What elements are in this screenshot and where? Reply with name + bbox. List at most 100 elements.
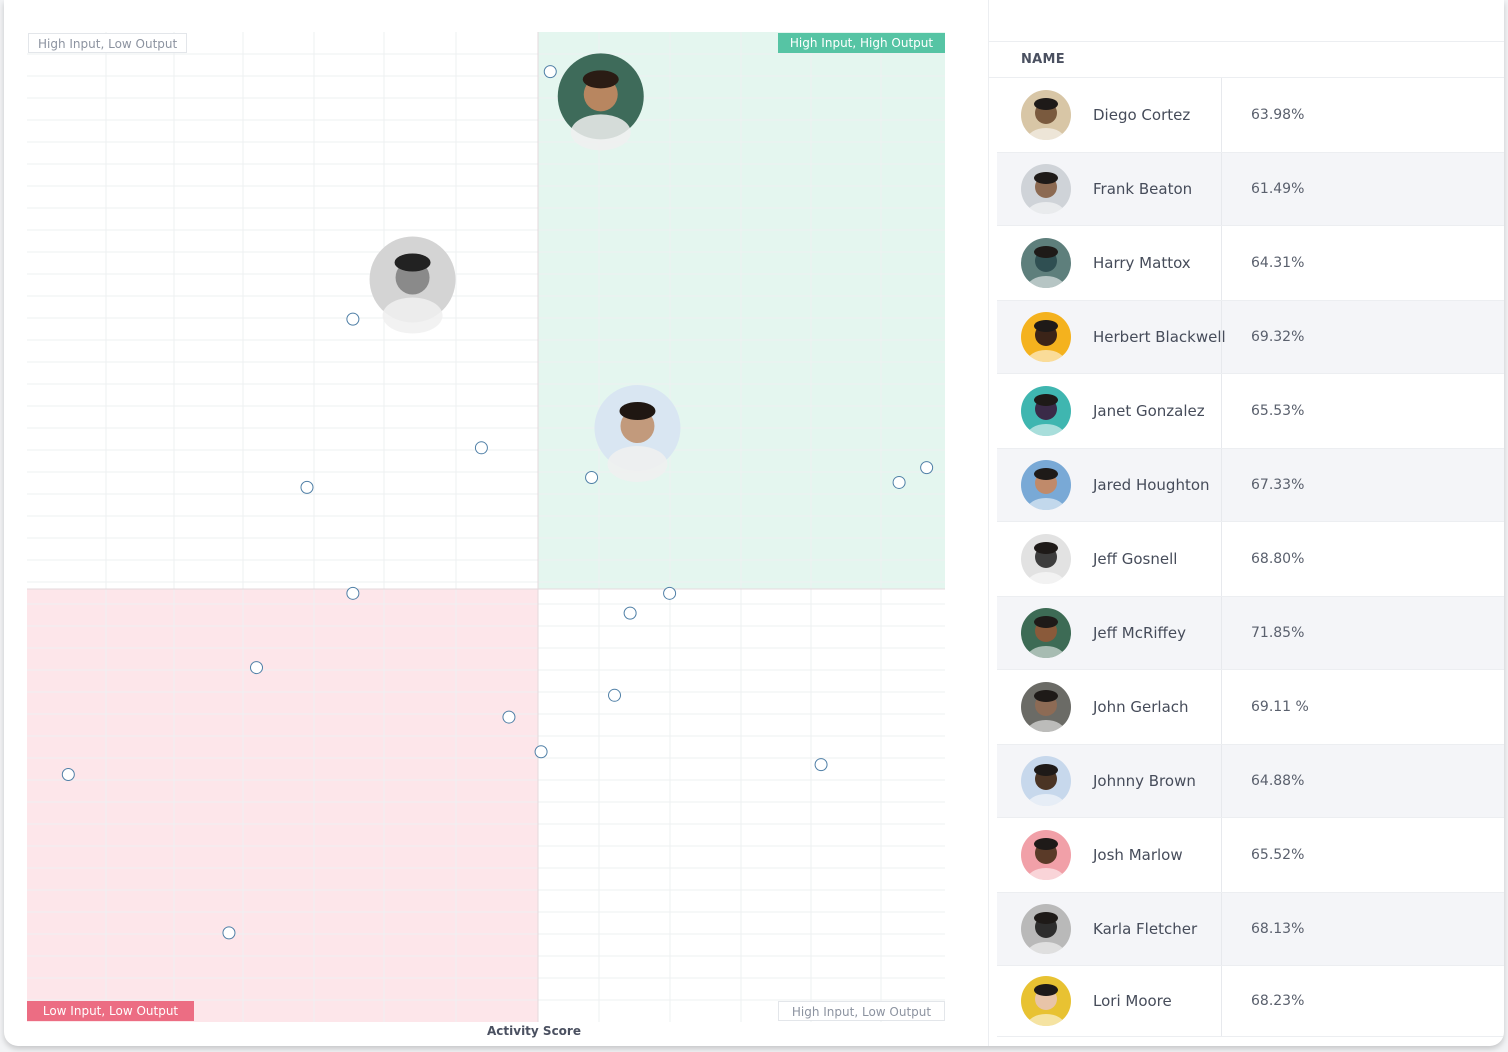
column-divider [1221, 966, 1222, 1036]
app-frame: High Input, Low Output High Input, High … [4, 0, 1504, 1046]
person-score: 64.31% [1251, 254, 1305, 271]
scatter-point [623, 606, 637, 620]
person-name: John Gerlach [1093, 698, 1189, 716]
avatar-shoulders [607, 446, 668, 482]
person-score: 71.85% [1251, 624, 1305, 641]
table-row[interactable]: Karla Fletcher 68.13% [997, 893, 1504, 966]
scatter-point [502, 710, 516, 724]
column-divider [1221, 597, 1222, 669]
person-name: Johnny Brown [1093, 772, 1196, 790]
column-header-name[interactable]: NAME [1021, 52, 1065, 67]
scatter-point [663, 586, 677, 600]
scatter-point [608, 688, 622, 702]
person-score: 69.11 % [1251, 698, 1309, 715]
column-divider [1221, 522, 1222, 596]
people-table: NAME Diego Cortez 63.98% Frank Beaton 61.49… [988, 0, 1504, 1046]
column-divider [1221, 301, 1222, 373]
table-row[interactable]: Jeff McRiffey 71.85% [997, 597, 1504, 670]
person-score: 61.49% [1251, 180, 1305, 197]
table-row[interactable]: Diego Cortez 63.98% [997, 78, 1504, 153]
quadrant-label-bottom-left: Low Input, Low Output [27, 1001, 194, 1021]
table-row[interactable]: Herbert Blackwell 69.32% [997, 301, 1504, 374]
table-row[interactable]: Janet Gonzalez 65.53% [997, 374, 1504, 449]
column-divider [1221, 226, 1222, 300]
table-row[interactable]: Josh Marlow 65.52% [997, 818, 1504, 893]
column-divider [1221, 893, 1222, 965]
avatar-shoulders [570, 114, 631, 151]
avatar [1021, 976, 1071, 1026]
x-axis-title: Activity Score [487, 1024, 581, 1038]
table-row[interactable]: John Gerlach 69.11 % [997, 670, 1504, 745]
column-divider [1221, 153, 1222, 225]
avatar [1021, 386, 1071, 436]
avatar [1021, 534, 1071, 584]
quadrant-label-top-right: High Input, High Output [778, 33, 945, 53]
avatar-shoulders [382, 297, 443, 334]
table-row[interactable]: Lori Moore 68.23% [997, 966, 1504, 1037]
table-row[interactable]: Jeff Gosnell 68.80% [997, 522, 1504, 597]
person-score: 68.23% [1251, 992, 1305, 1009]
person-score: 65.52% [1251, 846, 1305, 863]
scatter-point [920, 461, 934, 475]
person-name: Harry Mattox [1093, 254, 1191, 272]
table-row[interactable]: Frank Beaton 61.49% [997, 153, 1504, 226]
column-divider [1221, 670, 1222, 744]
avatar [1021, 90, 1071, 140]
person-name: Jeff McRiffey [1093, 624, 1186, 642]
table-row[interactable]: Johnny Brown 64.88% [997, 745, 1504, 818]
avatar [1021, 682, 1071, 732]
person-score: 64.88% [1251, 772, 1305, 789]
person-score: 69.32% [1251, 328, 1305, 345]
scatter-point [474, 441, 488, 455]
avatar-hair [394, 253, 431, 272]
person-name: Lori Moore [1093, 992, 1172, 1010]
person-name: Josh Marlow [1093, 846, 1183, 864]
scatter-point [250, 661, 263, 675]
avatar [1021, 460, 1071, 510]
table-row[interactable]: Harry Mattox 64.31% [997, 226, 1504, 301]
scatter-plot [27, 32, 945, 1022]
person-score: 68.13% [1251, 920, 1305, 937]
avatar [1021, 608, 1071, 658]
person-name: Karla Fletcher [1093, 920, 1198, 938]
person-name: Jared Houghton [1093, 476, 1210, 494]
quadrant-label-bottom-right: High Input, Low Output [778, 1001, 945, 1021]
column-divider [1221, 745, 1222, 817]
table-body: Diego Cortez 63.98% Frank Beaton 61.49% Harr… [997, 78, 1504, 1037]
person-score: 67.33% [1251, 476, 1305, 493]
scatter-point [543, 65, 557, 79]
avatar [1021, 756, 1071, 806]
table-row[interactable]: Jared Houghton 67.33% [997, 449, 1504, 522]
quadrant-label-top-left: High Input, Low Output [28, 33, 188, 53]
avatar [1021, 904, 1071, 954]
scatter-point [892, 475, 906, 489]
person-name: Diego Cortez [1093, 106, 1191, 124]
avatar [1021, 238, 1071, 288]
column-divider [1221, 449, 1222, 521]
column-divider [1221, 818, 1222, 892]
table-toolbar [989, 0, 1504, 42]
quadrant-chart: High Input, Low Output High Input, High … [4, 0, 988, 1046]
person-name: Jeff Gosnell [1093, 550, 1178, 568]
scatter-point [534, 745, 548, 759]
avatar-hair [619, 402, 656, 420]
person-name: Frank Beaton [1093, 180, 1193, 198]
person-score: 63.98% [1251, 106, 1305, 123]
avatar [1021, 164, 1071, 214]
person-name: Janet Gonzalez [1093, 402, 1205, 420]
person-score: 68.80% [1251, 550, 1305, 567]
scatter-point [346, 312, 360, 326]
avatar [1021, 830, 1071, 880]
person-name: Herbert Blackwell [1093, 328, 1226, 346]
scatter-point [61, 768, 75, 781]
scatter-point [222, 926, 236, 940]
scatter-point [585, 471, 599, 484]
avatar [1021, 312, 1071, 362]
quadrant-fill-bottom-left [27, 589, 538, 1022]
person-score: 65.53% [1251, 402, 1305, 419]
column-divider [1221, 78, 1222, 152]
avatar-hair [582, 70, 619, 89]
scatter-point [346, 586, 360, 600]
scatter-point [300, 480, 314, 494]
column-divider [1221, 374, 1222, 448]
